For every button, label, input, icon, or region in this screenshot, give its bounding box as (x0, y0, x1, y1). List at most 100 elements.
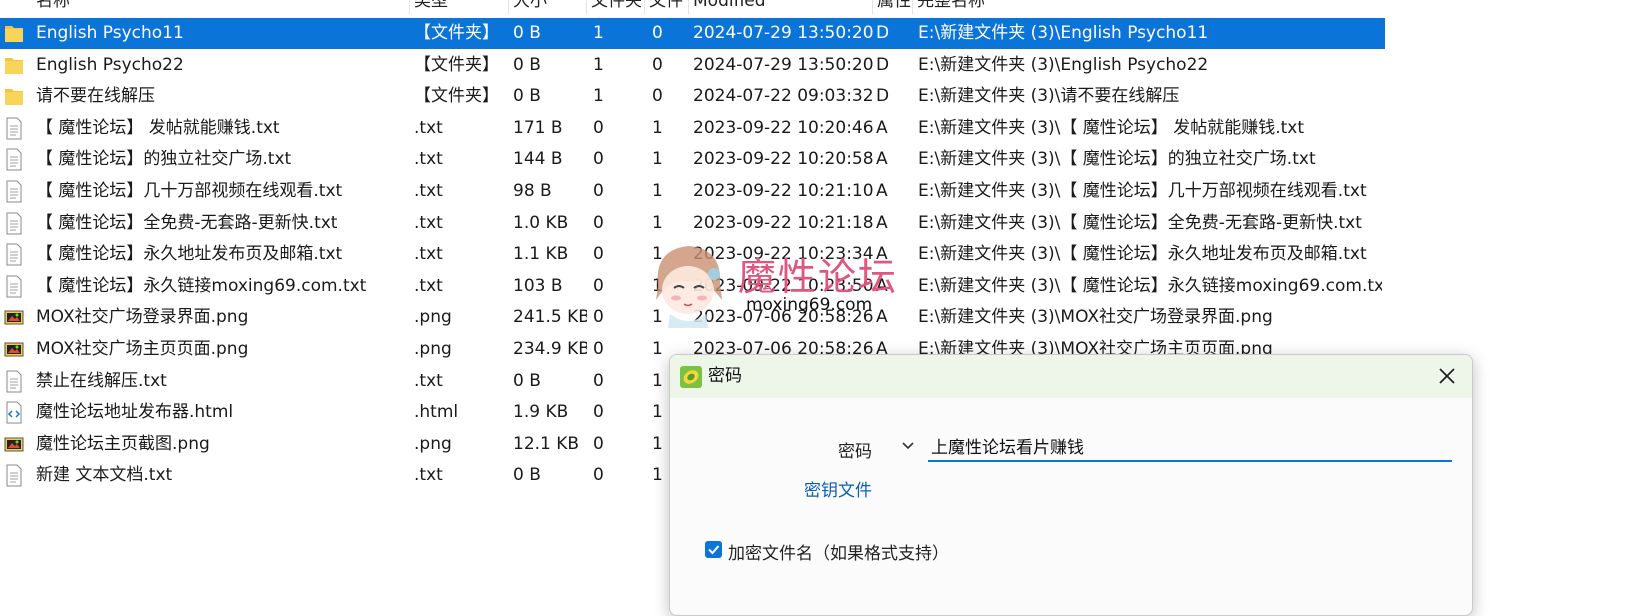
cell-full-name: E:\新建文件夹 (3)\【 魔性论坛】永久链接moxing69.com.txt (918, 275, 1382, 296)
cell-attributes: A (876, 181, 888, 201)
cell-size: 0 B (513, 370, 541, 391)
file-row[interactable]: English Psycho22 【文件夹】 0 B 1 0 2024-07-29 13:… (0, 50, 1385, 81)
cell-folders: 1 (593, 54, 604, 75)
cell-size: 0 B (513, 23, 541, 43)
cell-name: English Psycho22 (36, 54, 184, 75)
column-header-files[interactable]: 文件 (645, 0, 689, 14)
cell-attributes: A (876, 307, 888, 328)
cell-folders: 1 (593, 86, 604, 107)
key-file-link[interactable]: 密钥文件 (804, 476, 872, 501)
text-file-icon (4, 117, 24, 140)
cell-size: 103 B (513, 275, 563, 296)
cell-modified: 2024-07-22 09:03:32 (693, 86, 873, 107)
cell-size: 171 B (513, 117, 563, 138)
text-file-icon (4, 148, 24, 171)
cell-name: MOX社交广场登录界面.png (36, 307, 249, 328)
cell-attributes: A (876, 149, 888, 170)
cell-files: 1 (652, 149, 663, 170)
cell-folders: 0 (593, 244, 604, 265)
column-header-name[interactable]: 名称 (32, 0, 410, 14)
cell-folders: 0 (593, 370, 604, 391)
cell-folders: 0 (593, 465, 604, 486)
cell-files: 0 (652, 23, 663, 43)
dialog-title: 密码 (708, 366, 742, 386)
text-file-icon (4, 464, 24, 487)
column-header-full-name[interactable]: 完整名称 (913, 0, 1385, 14)
file-row[interactable]: 请不要在线解压 【文件夹】 0 B 1 0 2024-07-22 09:03:32 D E:\… (0, 81, 1385, 112)
cell-modified: 2024-07-29 13:50:20 (693, 23, 873, 43)
watermark-url: moxing69.com (746, 295, 873, 315)
encrypt-filenames-label: 加密文件名（如果格式支持） (728, 544, 949, 564)
password-label: 密码 (838, 442, 872, 462)
file-row[interactable]: 【 魔性论坛】的独立社交广场.txt .txt 144 B 0 1 2023-09-22 … (0, 144, 1385, 175)
image-file-icon (4, 306, 24, 329)
cell-attributes: A (876, 117, 888, 138)
cell-attributes: D (876, 54, 890, 75)
cell-full-name: E:\新建文件夹 (3)\【 魔性论坛】几十万部视频在线观看.txt (918, 181, 1367, 201)
cell-size: 234.9 KB (513, 339, 587, 359)
cell-name: 禁止在线解压.txt (36, 370, 167, 391)
cell-name: 【 魔性论坛】几十万部视频在线观看.txt (36, 181, 343, 201)
cell-folders: 0 (593, 402, 604, 423)
text-file-icon (4, 212, 24, 235)
cell-type: .txt (414, 370, 443, 391)
cell-size: 241.5 KB (513, 307, 587, 328)
cell-files: 1 (652, 212, 663, 233)
cell-type: .txt (414, 275, 443, 296)
cell-full-name: E:\新建文件夹 (3)\【 魔性论坛】 发帖就能赚钱.txt (918, 117, 1305, 138)
encrypt-filenames-checkbox[interactable] (705, 541, 722, 558)
cell-size: 0 B (513, 86, 541, 107)
image-file-icon (4, 433, 24, 456)
cell-full-name: E:\新建文件夹 (3)\MOX社交广场登录界面.png (918, 307, 1273, 328)
close-icon[interactable] (1432, 361, 1462, 391)
chevron-down-icon[interactable] (899, 437, 917, 455)
column-header-modified[interactable]: Modified (689, 0, 873, 14)
cell-full-name: E:\新建文件夹 (3)\【 魔性论坛】永久地址发布页及邮箱.txt (918, 244, 1367, 265)
cell-type: .txt (414, 149, 443, 170)
cell-size: 1.1 KB (513, 244, 569, 265)
cell-modified: 2023-09-22 10:21:10 (693, 181, 873, 201)
cell-full-name: E:\新建文件夹 (3)\English Psycho22 (918, 54, 1209, 75)
cell-name: 【 魔性论坛】全免费-无套路-更新快.txt (36, 212, 338, 233)
cell-folders: 1 (593, 23, 604, 43)
cell-full-name: E:\新建文件夹 (3)\English Psycho11 (918, 23, 1209, 43)
cell-modified: 2023-09-22 10:21:18 (693, 212, 873, 233)
column-header-size[interactable]: 大小 (509, 0, 587, 14)
cell-files: 0 (652, 54, 663, 75)
cell-modified: 2024-07-29 13:50:20 (693, 54, 873, 75)
cell-size: 144 B (513, 149, 563, 170)
file-row[interactable]: English Psycho11 【文件夹】 0 B 1 0 2024-07-29 13:… (0, 18, 1385, 49)
cell-folders: 0 (593, 117, 604, 138)
cell-files: 1 (652, 181, 663, 201)
column-header-attributes[interactable]: 属性 (873, 0, 913, 14)
cell-type: 【文件夹】 (414, 54, 499, 75)
cell-name: MOX社交广场主页页面.png (36, 339, 249, 359)
cell-folders: 0 (593, 212, 604, 233)
folder-icon (4, 22, 24, 45)
cell-size: 0 B (513, 465, 541, 486)
cell-type: .png (414, 433, 452, 454)
cell-size: 12.1 KB (513, 433, 580, 454)
column-header-folders[interactable]: 文件夹 (587, 0, 645, 14)
cell-full-name: E:\新建文件夹 (3)\【 魔性论坛】全免费-无套路-更新快.txt (918, 212, 1362, 233)
cell-files: 0 (652, 86, 663, 107)
cell-folders: 0 (593, 149, 604, 170)
cell-name: 请不要在线解压 (36, 86, 155, 107)
text-file-icon (4, 180, 24, 203)
column-header-type[interactable]: 类型 (410, 0, 509, 14)
cell-type: 【文件夹】 (414, 86, 499, 107)
file-row[interactable]: 【 魔性论坛】全免费-无套路-更新快.txt .txt 1.0 KB 0 1 2023-0… (0, 208, 1385, 239)
cell-folders: 0 (593, 307, 604, 328)
cell-type: .txt (414, 465, 443, 486)
cell-folders: 0 (593, 339, 604, 359)
file-row[interactable]: 【 魔性论坛】 发帖就能赚钱.txt .txt 171 B 0 1 2023-09-22 … (0, 113, 1385, 144)
password-dialog: 密码 密码 密钥文件 加密文件名（如果格式支持） (669, 354, 1473, 616)
cell-size: 0 B (513, 54, 541, 75)
text-file-icon (4, 243, 24, 266)
file-row[interactable]: 【 魔性论坛】几十万部视频在线观看.txt .txt 98 B 0 1 2023-09-2… (0, 176, 1385, 207)
cell-name: 【 魔性论坛】永久地址发布页及邮箱.txt (36, 244, 343, 265)
cell-folders: 0 (593, 275, 604, 296)
password-input[interactable] (928, 431, 1452, 462)
column-header-row: 名称 类型 大小 文件夹 文件 Modified 属性 完整名称 (0, 0, 1385, 14)
cell-attributes: D (876, 86, 890, 107)
